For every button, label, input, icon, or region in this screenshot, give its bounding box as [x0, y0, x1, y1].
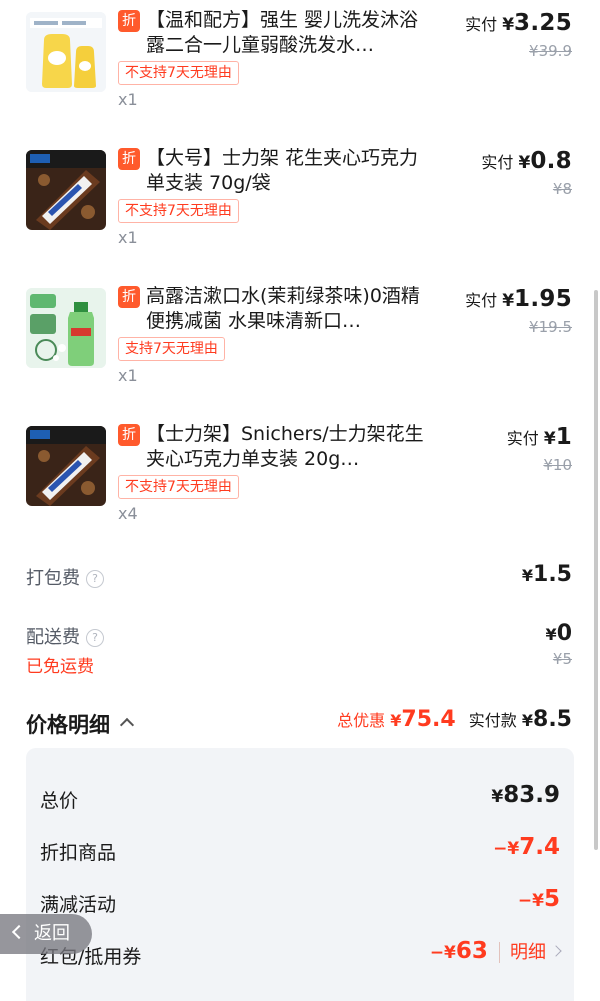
original-price: ¥10 [543, 456, 572, 474]
delivery-original-price: ¥5 [552, 650, 572, 668]
discount-badge: 折 [118, 286, 140, 308]
return-policy-tag: 不支持7天无理由 [118, 475, 239, 499]
currency-symbol: ¥ [543, 429, 556, 449]
product-title[interactable]: 【大号】士力架 花生夹心巧克力单支装 70g/袋 [146, 146, 426, 196]
discount-badge: 折 [118, 148, 140, 170]
chevron-up-icon [119, 717, 135, 733]
price-summary: 总优惠 ¥75.4 实付款 ¥8.5 [337, 707, 572, 732]
packing-fee-value: 1.5 [533, 562, 572, 587]
product-title[interactable]: 【温和配方】强生 婴儿洗发沐浴露二合一儿童弱酸洗发水… [146, 8, 426, 58]
currency-symbol: ¥ [502, 291, 515, 311]
price-row-label: 满减活动 [40, 894, 117, 916]
discount-badge: 折 [118, 10, 140, 32]
item-quantity: x4 [118, 504, 138, 523]
price-row-value: −¥5 [518, 886, 560, 912]
order-item[interactable]: 折 【士力架】Snichers/士力架花生夹心巧克力单支装 20g… 不支持7天… [0, 414, 600, 552]
paid-label: 实付 [465, 291, 498, 310]
back-button[interactable]: 返回 [0, 914, 92, 954]
product-title[interactable]: 【士力架】Snichers/士力架花生夹心巧克力单支装 20g… [146, 422, 426, 472]
delivery-fee-amount: ¥0 [546, 621, 572, 646]
currency-symbol: ¥ [521, 566, 534, 585]
item-quantity: x1 [118, 228, 138, 247]
currency-symbol: ¥ [545, 625, 557, 644]
price-detail-toggle[interactable]: 价格明细 [26, 709, 135, 739]
price-row-amount: 7.4 [519, 834, 560, 860]
price-row-amount: 83.9 [503, 782, 560, 808]
return-policy-tag: 不支持7天无理由 [118, 199, 239, 223]
price-detail-panel: 总价 ¥83.9 折扣商品 −¥7.4 满减活动 −¥5 红包/抵用券 −¥63… [26, 748, 574, 1001]
delivery-fee-value: 0 [556, 621, 572, 646]
price-detail-title: 价格明细 [26, 713, 110, 737]
currency-symbol: −¥ [517, 891, 544, 911]
price-row-value: −¥63 明细 [429, 938, 562, 964]
price-row-discount-items: 折扣商品 −¥7.4 [26, 830, 574, 870]
currency-symbol: ¥ [502, 15, 515, 35]
paid-amount: 3.25 [514, 10, 572, 36]
paid-total-amount: 8.5 [533, 707, 572, 732]
scrollbar[interactable] [594, 290, 598, 850]
original-price: ¥8 [552, 180, 572, 198]
paid-total-label: 实付款 [468, 711, 517, 730]
paid-amount: 1 [555, 424, 572, 450]
paid-label: 实付 [506, 429, 539, 448]
total-discount-label: 总优惠 [337, 711, 386, 730]
product-title[interactable]: 高露洁漱口水(茉莉绿茶味)0酒精 便携减菌 水果味清新口… [146, 284, 426, 334]
paid-label: 实付 [465, 15, 498, 34]
price-row-label: 折扣商品 [40, 842, 117, 864]
paid-price: 实付 ¥1 [507, 424, 572, 450]
snickers-product-icon[interactable] [26, 150, 106, 230]
price-row-amount: 5 [543, 886, 560, 912]
paid-amount: 1.95 [514, 286, 572, 312]
free-shipping-label: 已免运费 [26, 657, 94, 677]
chevron-left-icon [11, 924, 27, 940]
original-price: ¥19.5 [529, 318, 572, 336]
price-row-label: 总价 [40, 790, 79, 812]
packing-fee-amount: ¥1.5 [522, 562, 572, 587]
coupon-detail-link[interactable]: 明细 [499, 942, 546, 963]
currency-symbol: ¥ [518, 153, 531, 173]
packing-fee-text: 打包费 [26, 568, 80, 589]
baby-shampoo-product-icon[interactable] [26, 12, 106, 92]
paid-amount: 0.8 [530, 148, 572, 174]
total-discount-amount: 75.4 [401, 707, 456, 732]
order-item[interactable]: 折 高露洁漱口水(茉莉绿茶味)0酒精 便携减菌 水果味清新口… 支持7天无理由 … [0, 276, 600, 414]
currency-symbol: ¥ [521, 711, 534, 730]
order-item[interactable]: 折 【温和配方】强生 婴儿洗发沐浴露二合一儿童弱酸洗发水… 不支持7天无理由 x… [0, 0, 600, 138]
original-price: ¥39.9 [529, 42, 572, 60]
order-item[interactable]: 折 【大号】士力架 花生夹心巧克力单支装 70g/袋 不支持7天无理由 x1 实… [0, 138, 600, 276]
help-icon[interactable]: ? [86, 570, 104, 588]
chevron-right-icon [550, 945, 562, 957]
price-row-coupons[interactable]: 红包/抵用券 −¥63 明细 [26, 934, 574, 974]
paid-label: 实付 [481, 153, 514, 172]
help-icon[interactable]: ? [86, 629, 104, 647]
delivery-fee-label: 配送费? [26, 623, 104, 649]
discount-badge: 折 [118, 424, 140, 446]
currency-symbol: ¥ [390, 711, 402, 730]
back-button-label: 返回 [34, 923, 70, 944]
mouthwash-product-icon[interactable] [26, 288, 106, 368]
item-quantity: x1 [118, 366, 138, 385]
snickers-product-icon[interactable] [26, 426, 106, 506]
item-quantity: x1 [118, 90, 138, 109]
return-policy-tag: 支持7天无理由 [118, 337, 225, 361]
currency-symbol: −¥ [429, 943, 456, 963]
paid-price: 实付 ¥0.8 [481, 148, 572, 174]
paid-price: 实付 ¥1.95 [465, 286, 572, 312]
paid-price: 实付 ¥3.25 [465, 10, 572, 36]
packing-fee-label: 打包费? [26, 564, 104, 590]
price-row-amount: 63 [455, 938, 488, 964]
currency-symbol: −¥ [493, 839, 520, 859]
price-row-full-reduction: 满减活动 −¥5 [26, 882, 574, 922]
price-row-total: 总价 ¥83.9 [26, 778, 574, 818]
price-row-value: ¥83.9 [491, 782, 560, 808]
return-policy-tag: 不支持7天无理由 [118, 61, 239, 85]
delivery-fee-text: 配送费 [26, 627, 80, 648]
price-row-value: −¥7.4 [493, 834, 560, 860]
currency-symbol: ¥ [491, 787, 504, 807]
